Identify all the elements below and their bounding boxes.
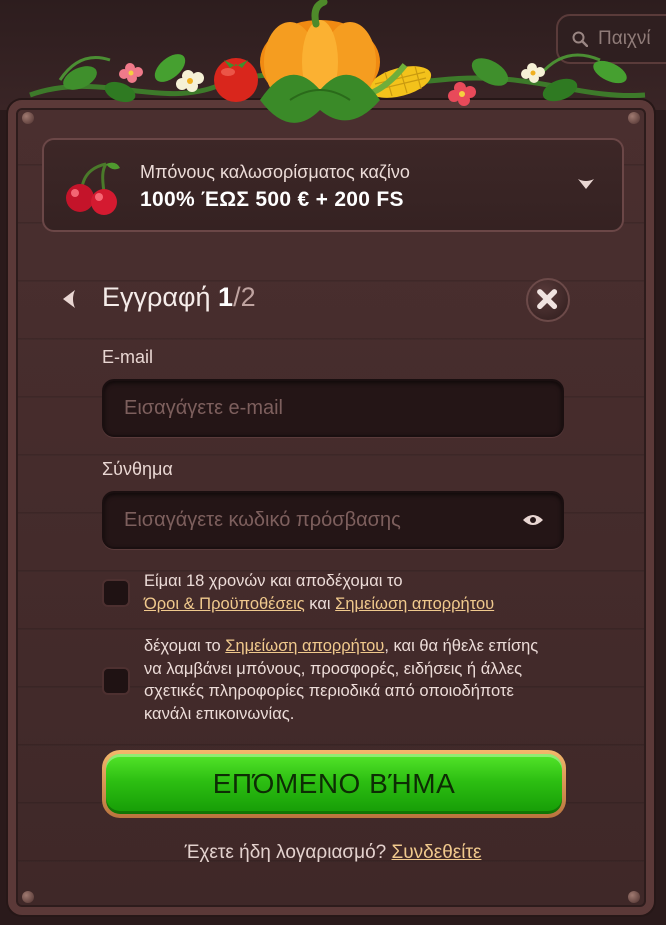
bonus-dropdown[interactable]: Μπόνους καλωσορίσματος καζίνο 100% ΈΩΣ 5…	[42, 138, 624, 232]
marketing-line1-rest: , και θα ήθελε επίσης	[384, 637, 539, 655]
cherry-icon	[66, 162, 120, 215]
terms-link[interactable]: Όροι & Προϋποθέσεις	[144, 595, 305, 613]
nail-decor	[22, 891, 34, 903]
bonus-label: Μπόνους καλωσορίσματος καζίνο	[140, 162, 410, 182]
next-step-label: ΕΠΌΜΕΝΟ ΒΉΜΑ	[106, 754, 562, 814]
marketing-text: δέχομαι το Σημείωση απορρήτου, και θα ήθ…	[144, 635, 538, 725]
next-step-button[interactable]: ΕΠΌΜΕΝΟ ΒΉΜΑ	[102, 750, 566, 818]
pumpkin-decor	[29, 0, 646, 123]
close-icon	[537, 289, 558, 310]
marketing-line2: να λαμβάνει μπόνους, προσφορές, ειδήσεις…	[144, 659, 523, 678]
bonus-amount: 100% ΈΩΣ 500 € + 200 FS	[140, 188, 404, 211]
form-header: Εγγραφή 1/2	[60, 278, 580, 322]
login-question: Έχετε ήδη λογαριασμό?	[184, 842, 387, 863]
title-text: Εγγραφή	[102, 282, 211, 312]
page-title: Εγγραφή 1/2	[102, 282, 256, 313]
password-input[interactable]	[122, 507, 522, 533]
marketing-checkbox[interactable]	[102, 667, 130, 695]
marketing-line3: σχετικές πληροφορίες περιοδικά από οποιο…	[144, 682, 514, 700]
password-label: Σύνθημα	[102, 459, 173, 479]
back-arrow-icon[interactable]	[60, 288, 80, 310]
email-input[interactable]	[122, 395, 544, 421]
step-current: 1	[218, 282, 234, 312]
email-field[interactable]	[102, 379, 564, 437]
and-text: και	[309, 594, 331, 613]
close-button[interactable]	[526, 278, 570, 322]
privacy-link[interactable]: Σημείωση απορρήτου	[335, 595, 494, 613]
marketing-privacy-link[interactable]: Σημείωση απορρήτου	[225, 637, 384, 655]
age-terms-line: Είμαι 18 χρονών και αποδέχομαι το	[144, 572, 403, 590]
marketing-prefix: δέχομαι το	[144, 637, 221, 655]
eye-icon[interactable]	[522, 512, 544, 528]
age-terms-text: Είμαι 18 χρονών και αποδέχομαι το Όροι &…	[144, 570, 494, 615]
login-prompt: Έχετε ήδη λογαριασμό? Συνδεθείτε	[0, 842, 666, 864]
login-link[interactable]: Συνδεθείτε	[392, 842, 482, 863]
nail-decor	[628, 891, 640, 903]
chevron-down-icon	[578, 179, 594, 189]
age-terms-checkbox[interactable]	[102, 579, 130, 607]
email-label: E-mail	[102, 347, 154, 367]
marketing-line4: κανάλι επικοινωνίας.	[144, 704, 295, 723]
password-field[interactable]	[102, 491, 564, 549]
step-total: /2	[233, 282, 256, 312]
